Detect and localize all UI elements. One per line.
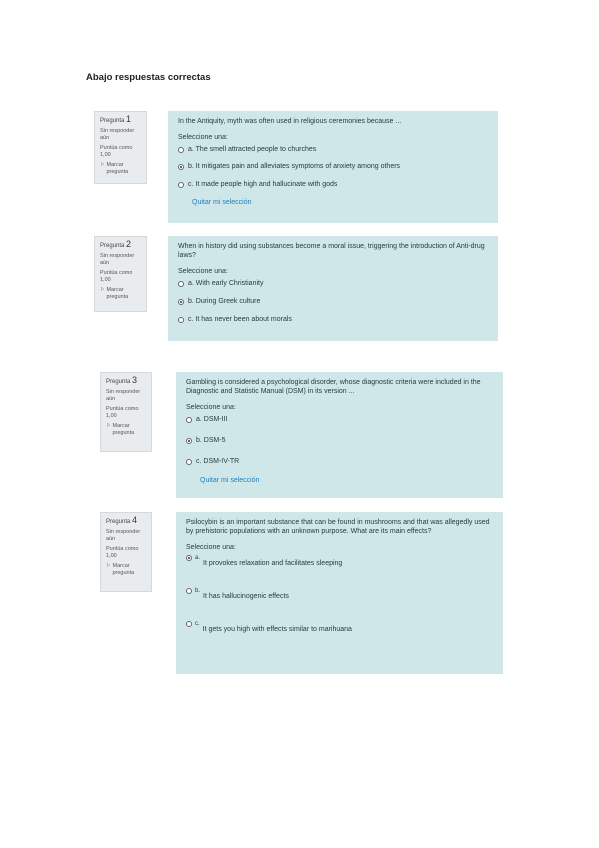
flag-question-button[interactable]: ⚐ Marcar pregunta — [100, 162, 141, 176]
question-text: In the Antiquity, myth was often used in… — [178, 118, 402, 125]
question-status: Sin responder aún — [100, 253, 135, 266]
question-number: Pregunta 2 — [100, 239, 132, 250]
question-box-4: Psilocybin is an important substance tha… — [176, 512, 503, 674]
question-number: Pregunta 3 — [106, 375, 138, 386]
radio-button[interactable] — [186, 621, 192, 627]
clear-selection-link[interactable]: Quitar mi selección — [200, 476, 493, 485]
option-letter: a. — [195, 555, 201, 561]
radio-button-selected[interactable] — [186, 437, 192, 444]
radio-button-selected[interactable] — [178, 298, 184, 305]
select-one-label: Seleccione una: — [186, 544, 236, 551]
question-box-2: When in history did using substances bec… — [168, 236, 498, 341]
flag-icon: ⚐ — [100, 287, 105, 293]
option-letter: c. — [195, 621, 200, 627]
flag-icon: ⚐ — [106, 423, 111, 429]
flag-icon: ⚐ — [100, 162, 105, 168]
question-score: Puntúa como 1,00 — [100, 270, 133, 283]
radio-button[interactable] — [186, 588, 192, 594]
radio-button[interactable] — [178, 280, 184, 287]
answer-option-a[interactable]: a. The smell attracted people to churche… — [178, 145, 488, 154]
answer-option-b[interactable]: b. During Greek culture — [178, 297, 488, 306]
select-one-label: Seleccione una: — [186, 404, 236, 411]
answer-option-c[interactable]: c. It has never been about morals — [178, 315, 488, 324]
flag-question-button[interactable]: ⚐ Marcar pregunta — [106, 423, 146, 437]
question-status: Sin responder aún — [106, 529, 141, 542]
answer-option-b[interactable]: b. DSM-5 — [186, 436, 493, 445]
radio-button-selected[interactable] — [186, 555, 192, 561]
page-title: Abajo respuestas correctas — [86, 72, 211, 83]
radio-button[interactable] — [178, 146, 184, 153]
select-one-label: Seleccione una: — [178, 268, 228, 275]
question-score: Puntúa como 1,00 — [106, 406, 139, 419]
question-score: Puntúa como 1,00 — [106, 546, 139, 559]
question-status: Sin responder aún — [100, 128, 135, 141]
question-text: Psilocybin is an important substance tha… — [186, 519, 490, 535]
answer-option-b[interactable]: b. It mitigates pain and alleviates symp… — [178, 162, 488, 171]
question-number: Pregunta 4 — [106, 515, 138, 526]
question-info-4: Pregunta 4 Sin responder aún Puntúa como… — [100, 512, 152, 592]
question-text: Gambling is considered a psychological d… — [186, 379, 481, 395]
question-number: Pregunta 1 — [100, 114, 132, 125]
question-text: When in history did using substances bec… — [178, 243, 485, 259]
question-info-1: Pregunta 1 Sin responder aún Puntúa como… — [94, 111, 147, 184]
answer-option-c[interactable]: c. DSM-IV-TR — [186, 457, 493, 466]
radio-button[interactable] — [178, 181, 184, 188]
answer-option-a[interactable]: a. DSM-III — [186, 415, 493, 424]
question-status: Sin responder aún — [106, 389, 141, 402]
flag-icon: ⚐ — [106, 563, 111, 569]
question-info-3: Pregunta 3 Sin responder aún Puntúa como… — [100, 372, 152, 452]
flag-question-button[interactable]: ⚐ Marcar pregunta — [100, 287, 141, 301]
answer-option-c[interactable]: c. It made people high and hallucinate w… — [178, 180, 488, 189]
option-letter: b. — [195, 588, 201, 594]
question-box-1: In the Antiquity, myth was often used in… — [168, 111, 498, 223]
radio-button[interactable] — [178, 316, 184, 323]
question-box-3: Gambling is considered a psychological d… — [176, 372, 503, 498]
question-score: Puntúa como 1,00 — [100, 145, 133, 158]
radio-button-selected[interactable] — [178, 163, 184, 170]
question-info-2: Pregunta 2 Sin responder aún Puntúa como… — [94, 236, 147, 312]
select-one-label: Seleccione una: — [178, 134, 228, 141]
answer-option-b[interactable]: b. It has hallucinogenic effects — [186, 588, 493, 601]
option-text: It gets you high with effects similar to… — [202, 626, 352, 633]
answer-option-c[interactable]: c. It gets you high with effects similar… — [186, 621, 493, 634]
flag-question-button[interactable]: ⚐ Marcar pregunta — [106, 563, 146, 577]
radio-button[interactable] — [186, 416, 192, 423]
clear-selection-link[interactable]: Quitar mi selección — [192, 198, 488, 207]
option-text: It has hallucinogenic effects — [203, 593, 289, 600]
radio-button[interactable] — [186, 458, 192, 465]
answer-option-a[interactable]: a. With early Christianity — [178, 279, 488, 288]
option-text: It provokes relaxation and facilitates s… — [203, 560, 343, 567]
answer-option-a[interactable]: a. It provokes relaxation and facilitate… — [186, 555, 493, 568]
